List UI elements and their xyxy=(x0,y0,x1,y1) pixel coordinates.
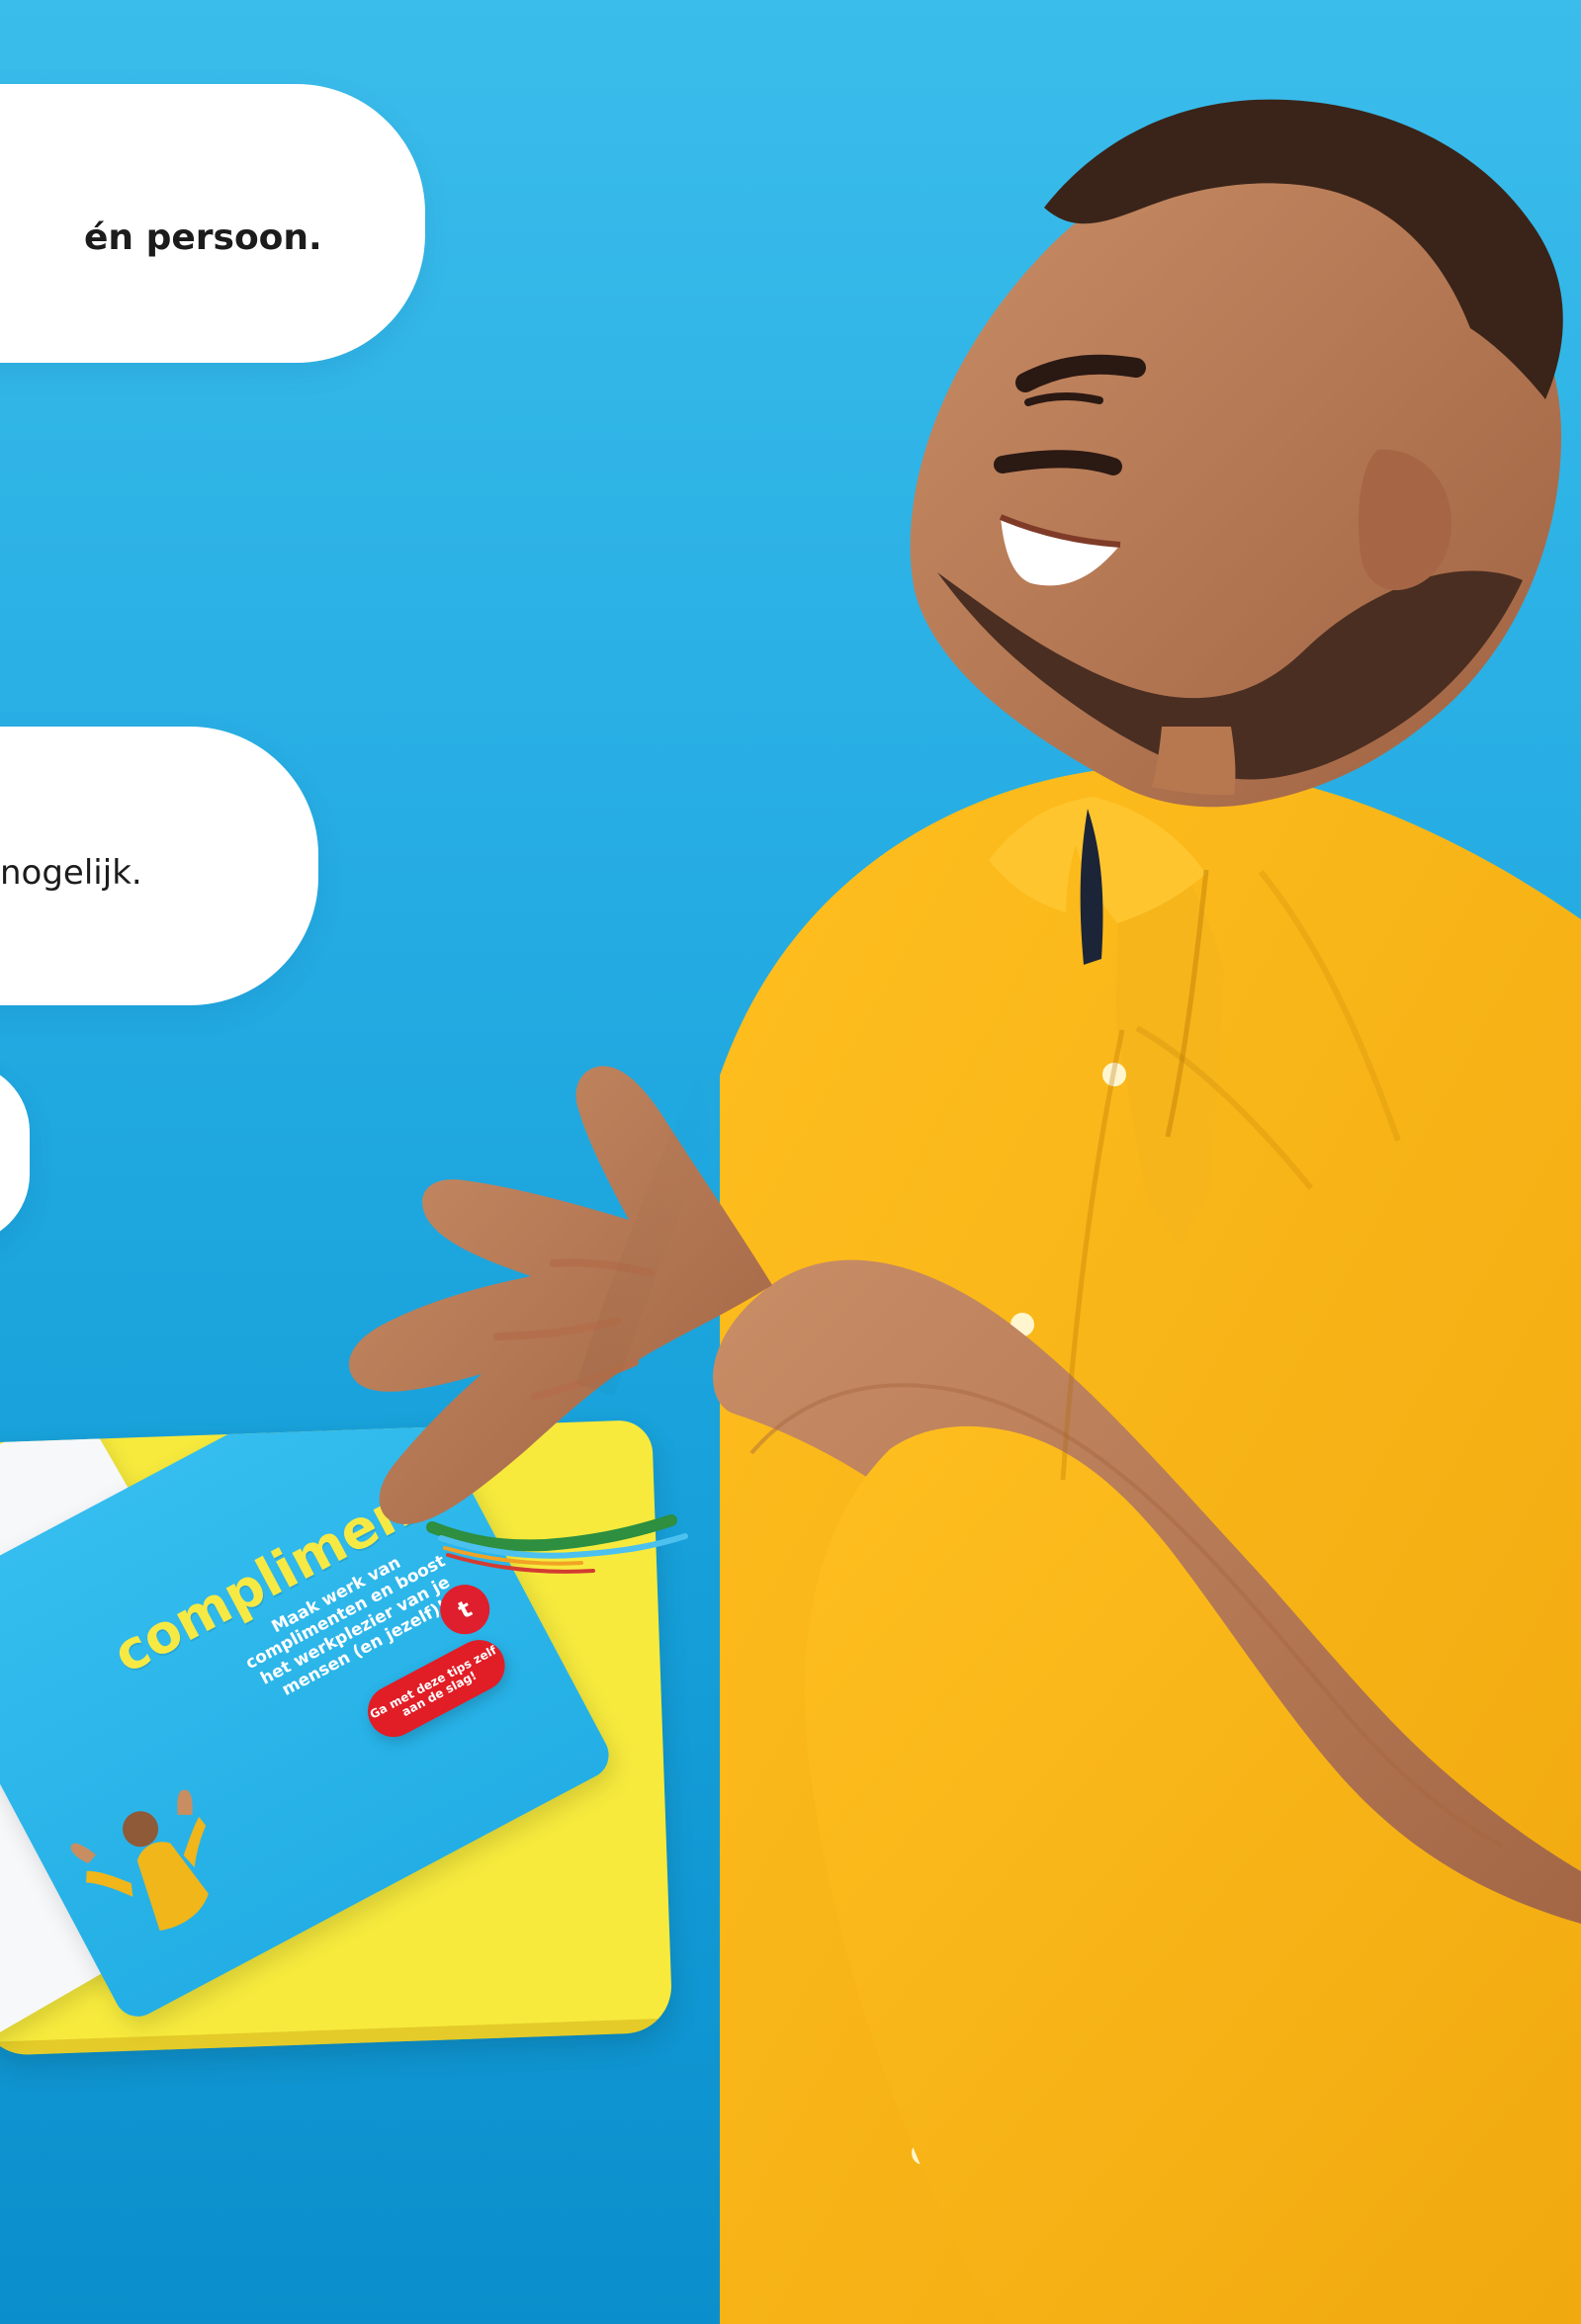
speech-bubble-bottom xyxy=(0,1063,30,1244)
guide-cover: complimentengids Maak werk van complimen… xyxy=(0,1419,618,2025)
speech-bubble-top: én persoon. xyxy=(0,84,425,363)
speech-bubble-middle: nogelijk. xyxy=(0,727,318,1005)
speech-bubble-top-text: én persoon. xyxy=(84,217,322,258)
speech-bubble-middle-text: nogelijk. xyxy=(0,853,142,893)
guide-card: complimentengids Maak werk van complimen… xyxy=(0,1419,673,2057)
